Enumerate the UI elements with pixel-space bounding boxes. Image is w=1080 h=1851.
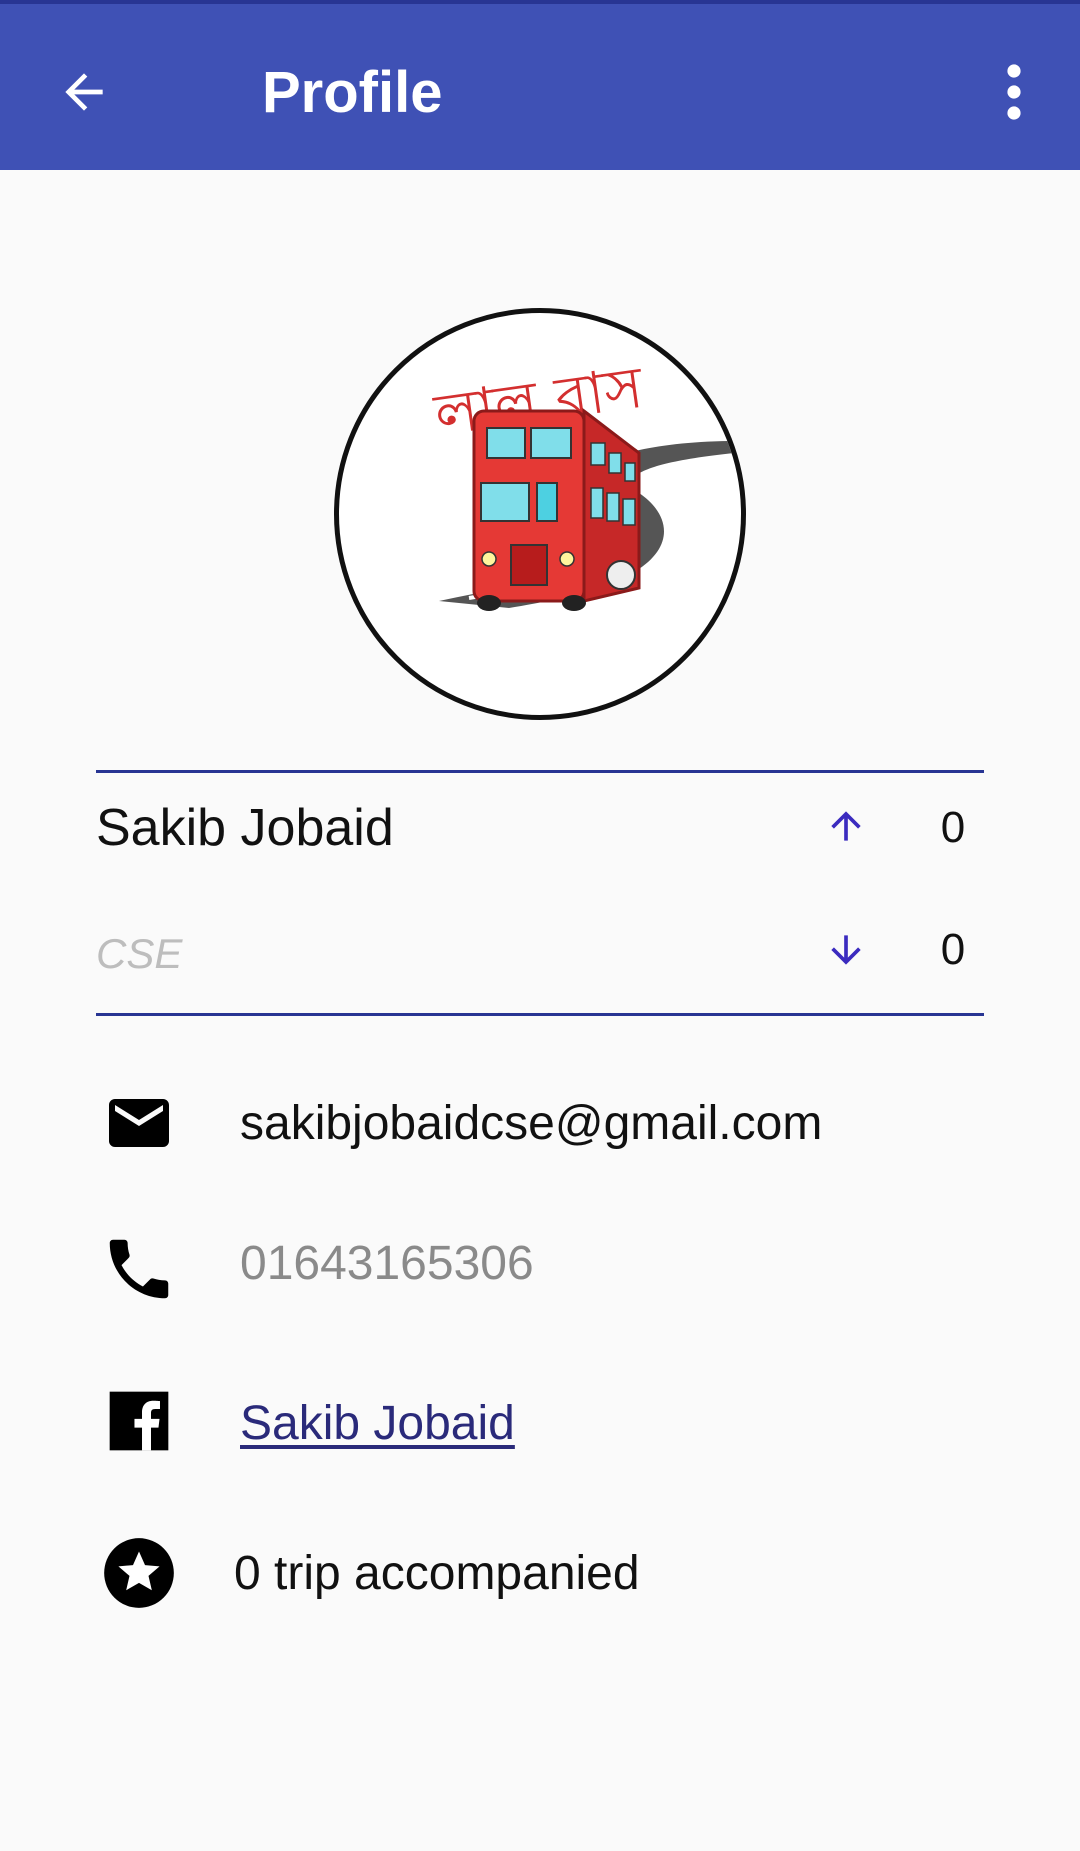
email-text[interactable]: sakibjobaidcse@gmail.com bbox=[240, 1094, 822, 1154]
name-bottom-divider bbox=[96, 1013, 984, 1016]
facebook-row-icon-wrap bbox=[98, 1380, 180, 1462]
email-icon bbox=[109, 1099, 169, 1147]
app-bar: Profile bbox=[0, 0, 1080, 170]
trips-text: 0 trip accompanied bbox=[234, 1547, 640, 1600]
star-circle-icon bbox=[104, 1538, 174, 1608]
arrow-up-icon bbox=[831, 811, 861, 841]
downvote-count: 0 bbox=[940, 925, 966, 974]
facebook-link[interactable]: Sakib Jobaid bbox=[240, 1394, 515, 1454]
phone-row-icon-wrap bbox=[98, 1228, 180, 1310]
trips-row-icon-wrap bbox=[98, 1532, 180, 1614]
facebook-icon bbox=[109, 1391, 169, 1451]
profile-name: Sakib Jobaid bbox=[96, 799, 394, 857]
upvote-button[interactable] bbox=[820, 800, 872, 852]
arrow-back-icon bbox=[65, 73, 103, 111]
bus-logo-image: লাল বাস bbox=[429, 353, 734, 611]
arrow-down-icon bbox=[831, 935, 861, 965]
back-button[interactable] bbox=[48, 56, 120, 128]
upvote-count: 0 bbox=[940, 803, 966, 852]
more-vert-icon bbox=[1007, 64, 1021, 120]
profile-avatar[interactable]: লাল বাস bbox=[334, 308, 746, 720]
overflow-menu-button[interactable] bbox=[990, 60, 1038, 124]
email-row-icon-wrap bbox=[98, 1082, 180, 1164]
page-title: Profile bbox=[262, 60, 443, 125]
profile-department: CSE bbox=[96, 930, 183, 977]
phone-icon bbox=[109, 1239, 169, 1299]
downvote-button[interactable] bbox=[820, 924, 872, 976]
phone-text[interactable]: 01643165306 bbox=[240, 1234, 534, 1294]
name-top-divider bbox=[96, 770, 984, 773]
